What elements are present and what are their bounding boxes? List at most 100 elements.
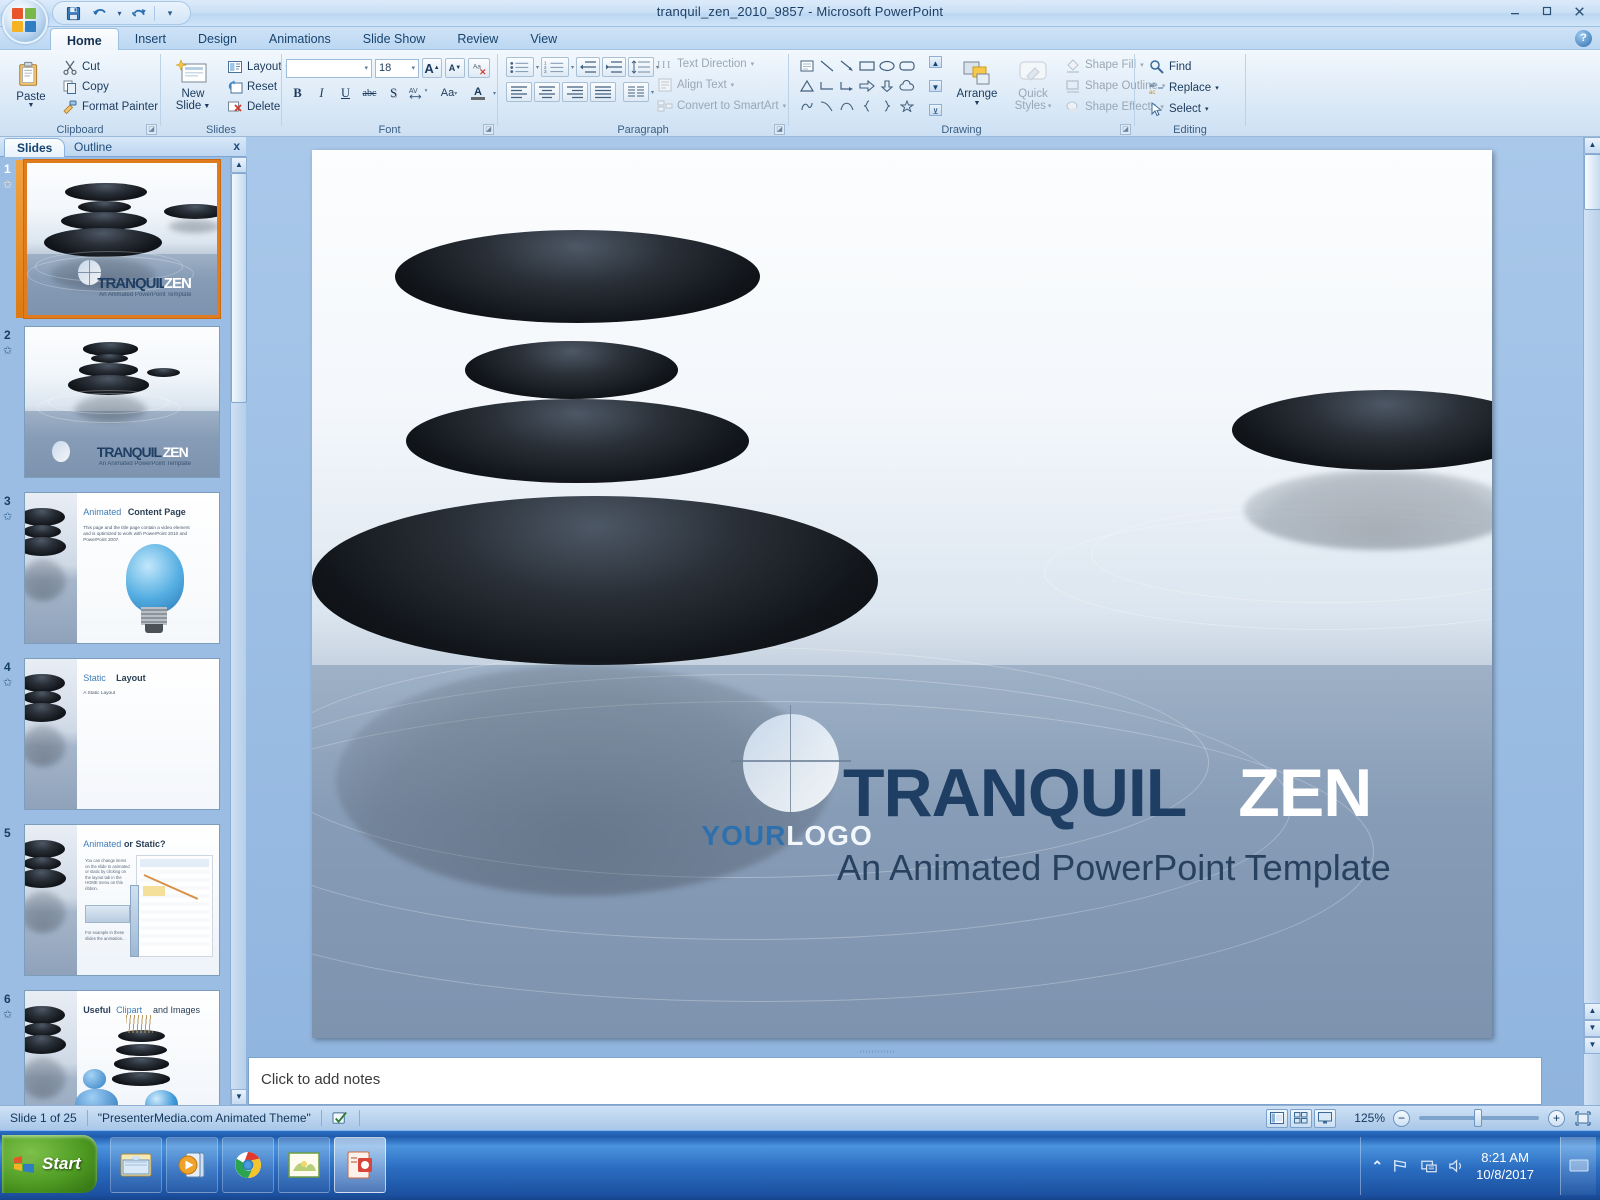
change-case-button[interactable]: Aa ▾	[435, 82, 463, 104]
thumb-frame[interactable]: Static Layout A Static Layout	[24, 658, 220, 810]
shape-curve[interactable]	[817, 96, 837, 115]
text-direction-button[interactable]: III Text Direction ▾	[653, 55, 790, 73]
shape-right-arrow[interactable]	[857, 76, 877, 95]
scrollbar-thumb[interactable]	[231, 173, 247, 403]
action-center-icon[interactable]	[1420, 1158, 1439, 1174]
text-shadow-button[interactable]: S	[382, 82, 405, 104]
find-button[interactable]: Find	[1145, 58, 1223, 76]
shape-elbow-connector[interactable]	[817, 76, 837, 95]
shape-line[interactable]	[817, 56, 837, 75]
reset-button[interactable]: Reset	[223, 78, 281, 96]
help-icon[interactable]: ?	[1575, 30, 1592, 47]
taskbar-item-powerpoint[interactable]	[334, 1137, 386, 1193]
next-slide-button[interactable]: ▼	[1584, 1037, 1600, 1054]
thumbnail-scrollbar[interactable]: ▲ ▼	[230, 157, 247, 1105]
customize-quick-access-icon[interactable]: ▾	[158, 3, 182, 23]
bullets-button[interactable]	[506, 57, 534, 77]
bold-button[interactable]: B	[286, 82, 309, 104]
save-icon[interactable]	[61, 3, 85, 23]
tab-animations[interactable]: Animations	[253, 27, 347, 50]
close-button[interactable]	[1564, 2, 1594, 20]
convert-to-smartart-button[interactable]: Convert to SmartArt ▾	[653, 97, 790, 115]
character-spacing-button[interactable]: AV ▾	[406, 82, 434, 104]
scroll-down-button[interactable]: ▼	[1584, 1020, 1600, 1037]
thumb-frame[interactable]: Useful Clipart and Images	[24, 990, 220, 1105]
scroll-down-button[interactable]: ▼	[231, 1089, 247, 1105]
shape-arrow[interactable]	[837, 56, 857, 75]
zoom-in-button[interactable]: +	[1548, 1109, 1565, 1127]
previous-slide-button[interactable]: ▲	[1584, 1003, 1600, 1020]
numbering-button[interactable]: 123	[541, 57, 570, 77]
italic-button[interactable]: I	[310, 82, 333, 104]
increase-indent-button[interactable]	[602, 57, 627, 77]
slide-subtitle[interactable]: An Animated PowerPoint Template	[837, 847, 1391, 889]
new-slide-button[interactable]: New Slide ▼	[167, 54, 219, 112]
thumb-frame[interactable]: Animated or Static? You can change items…	[24, 824, 220, 976]
scrollbar-thumb[interactable]	[1584, 154, 1600, 210]
fit-slide-to-window-button[interactable]	[1565, 1106, 1600, 1131]
undo-dropdown-icon[interactable]: ▾	[115, 3, 124, 23]
shape-left-brace[interactable]	[857, 96, 877, 115]
slide-editing-canvas[interactable]: YOURLOGO TRANQUIL ZEN An Animated PowerP…	[312, 150, 1492, 1038]
clear-formatting-button[interactable]: Aa	[468, 58, 490, 78]
slide-sorter-button[interactable]	[1290, 1108, 1313, 1128]
columns-button[interactable]	[623, 82, 649, 102]
taskbar-item-windows-explorer[interactable]	[110, 1137, 162, 1193]
tab-insert[interactable]: Insert	[119, 27, 182, 50]
paste-dropdown-icon[interactable]: ▼	[28, 102, 35, 109]
shape-down-arrow[interactable]	[877, 76, 897, 95]
slide-title-dark[interactable]: TRANQUIL	[843, 754, 1187, 832]
underline-button[interactable]: U	[334, 82, 357, 104]
network-icon[interactable]	[1392, 1158, 1411, 1174]
scroll-up-button[interactable]: ▲	[1584, 137, 1600, 154]
thumb-frame[interactable]: TRANQUIL ZEN An Animated PowerPoint Temp…	[24, 326, 220, 478]
maximize-button[interactable]	[1532, 2, 1562, 20]
taskbar-clock[interactable]: 8:21 AM 10/8/2017	[1476, 1149, 1534, 1183]
font-color-button[interactable]: A	[464, 82, 492, 104]
format-painter-button[interactable]: Format Painter	[58, 98, 158, 116]
slide-thumbnail-list[interactable]: 1 ✩ TRANQUIL ZEN An Animated PowerPoint …	[0, 157, 230, 1105]
notes-pane[interactable]: Click to add notes	[248, 1057, 1542, 1105]
shrink-font-button[interactable]: A ▼	[445, 58, 465, 78]
close-pane-icon[interactable]: x	[233, 139, 240, 153]
layout-button[interactable]: Layout ▾	[223, 58, 289, 76]
shape-rounded-rectangle[interactable]	[897, 56, 917, 75]
notes-splitter-grip[interactable]	[860, 1050, 896, 1053]
replace-button[interactable]: ab ac Replace ▾	[1145, 79, 1223, 97]
tab-review[interactable]: Review	[441, 27, 514, 50]
paste-button[interactable]: Paste ▼	[8, 56, 54, 109]
shape-rectangle[interactable]	[857, 56, 877, 75]
tab-slide-show[interactable]: Slide Show	[347, 27, 442, 50]
shape-text-box[interactable]	[797, 56, 817, 75]
strikethrough-button[interactable]: abc	[358, 82, 381, 104]
thumbnail-slide-4[interactable]: 4 ✩ Static Layout A Static Layout	[0, 658, 230, 820]
tab-slides[interactable]: Slides	[4, 138, 66, 157]
new-slide-dropdown-icon[interactable]: ▼	[203, 103, 210, 110]
font-size-dropdown-icon[interactable]: ▾	[411, 64, 415, 72]
font-dialog-launcher[interactable]: ◪	[483, 124, 494, 135]
align-right-button[interactable]	[562, 82, 588, 102]
quick-styles-button[interactable]: Quick Styles ▾	[1007, 56, 1059, 112]
taskbar-item-google-chrome[interactable]	[222, 1137, 274, 1193]
taskbar-item-photo-viewer[interactable]	[278, 1137, 330, 1193]
tab-design[interactable]: Design	[182, 27, 253, 50]
normal-view-button[interactable]	[1266, 1108, 1289, 1128]
font-name-dropdown-icon[interactable]: ▾	[364, 64, 368, 72]
slide-show-button[interactable]	[1314, 1108, 1337, 1128]
cut-button[interactable]: Cut	[58, 58, 158, 76]
grow-font-button[interactable]: A ▲	[422, 58, 442, 78]
taskbar-item-media-player[interactable]	[166, 1137, 218, 1193]
shape-elbow-arrow[interactable]	[837, 76, 857, 95]
justify-button[interactable]	[590, 82, 616, 102]
shape-triangle[interactable]	[797, 76, 817, 95]
clipboard-dialog-launcher[interactable]: ◪	[146, 124, 157, 135]
shape-arc[interactable]	[837, 96, 857, 115]
thumbnail-slide-3[interactable]: 3 ✩ Animated Content Page This page and …	[0, 492, 230, 654]
font-name-combobox[interactable]: ▾	[286, 58, 372, 78]
decrease-indent-button[interactable]	[576, 57, 601, 77]
select-button[interactable]: Select ▾	[1145, 100, 1223, 118]
show-hidden-icons-icon[interactable]: ⌃	[1371, 1158, 1383, 1175]
show-desktop-button[interactable]	[1560, 1137, 1596, 1195]
zoom-slider[interactable]	[1410, 1109, 1548, 1127]
volume-icon[interactable]	[1448, 1158, 1467, 1174]
